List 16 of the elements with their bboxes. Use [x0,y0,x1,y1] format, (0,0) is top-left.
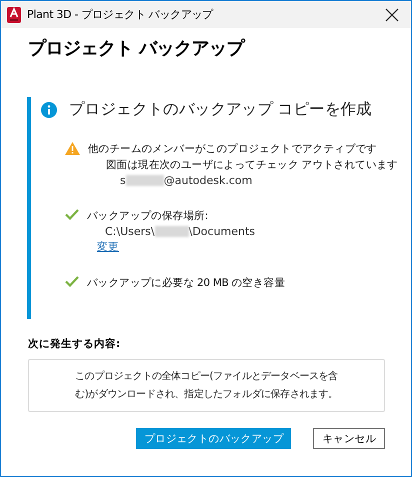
change-link[interactable]: 変更 [97,240,119,254]
cancel-button[interactable]: キャンセル [313,428,385,449]
backup-button[interactable]: プロジェクトのバックアップ [136,428,292,449]
dialog-heading: プロジェクト バックアップ [28,37,246,60]
value-text: C:\Users\ [105,225,155,238]
section-label: 次に発生する内容: [28,337,122,351]
status-detail: 図面は現在次のユーザによってチェック アウトされています [106,158,398,172]
status-message: 他のチームのメンバーがこのプロジェクトでアクティブです [88,142,378,156]
panel-title: プロジェクトのバックアップ コピーを作成 [69,99,372,120]
value-text: s [120,174,126,187]
value-text: @autodesk.com [164,174,252,187]
status-message: バックアップに必要な 20 MB の空き容量 [87,276,286,290]
window-title: Plant 3D - プロジェクト バックアップ [27,7,214,22]
description-box: このプロジェクトの全体コピー(ファイルとデータベースを含む)がダウンロードされ、指定したフォルダに保存されます。 [28,359,385,412]
status-message: バックアップの保存場所: [87,209,209,223]
value-text: \Documents [188,225,256,238]
